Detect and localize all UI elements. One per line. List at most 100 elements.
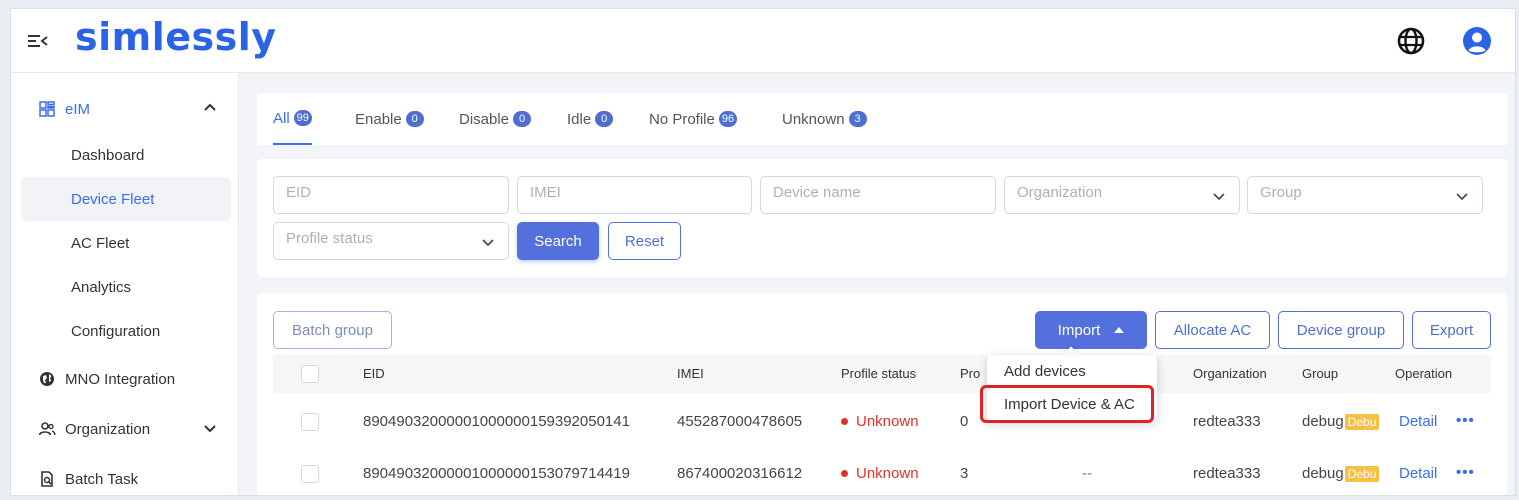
tab-idle[interactable]: Idle 0	[567, 93, 614, 145]
chevron-up-icon	[204, 103, 216, 111]
user-circle-icon[interactable]	[1461, 25, 1493, 57]
group-name: debug	[1302, 465, 1344, 482]
status-badge: Unknown	[841, 413, 919, 430]
row-checkbox[interactable]	[301, 413, 319, 431]
tab-label: Disable	[459, 110, 510, 128]
select-placeholder: Organization	[1017, 184, 1103, 201]
sidebar-item-label: AC Fleet	[71, 234, 130, 252]
reset-button[interactable]: Reset	[608, 222, 681, 260]
sidebar-item-batch-task[interactable]: Batch Task	[21, 457, 231, 495]
detail-link[interactable]: Detail	[1399, 465, 1437, 482]
count-badge: 0	[405, 111, 424, 127]
tab-enable[interactable]: Enable 0	[355, 93, 424, 145]
column-header-imei: IMEI	[677, 366, 704, 381]
import-label: Import	[1057, 321, 1101, 339]
cell-profiles: 3	[960, 465, 969, 482]
eid-input[interactable]: EID	[273, 176, 509, 214]
row-checkbox[interactable]	[301, 465, 319, 483]
tab-label: No Profile	[649, 110, 715, 128]
top-header: simlessly	[11, 9, 1515, 73]
import-dropdown-menu: Add devices Import Device & AC	[987, 355, 1157, 421]
sidebar-item-label: Dashboard	[71, 146, 145, 164]
column-header-eid: EID	[363, 366, 385, 381]
cell-group: debug Debu	[1302, 465, 1379, 482]
group-tag: Debu	[1344, 466, 1379, 482]
allocate-ac-button[interactable]: Allocate AC	[1155, 311, 1270, 349]
chevron-down-icon	[482, 239, 494, 247]
sidebar: eIM Dashboard Device Fleet AC Fleet Anal…	[11, 73, 239, 495]
count-badge: 96	[718, 111, 738, 127]
sidebar-item-eim[interactable]: eIM	[21, 87, 231, 131]
count-badge: 0	[513, 111, 532, 127]
sidebar-item-label: Analytics	[71, 278, 132, 296]
tab-label: Idle	[567, 110, 592, 128]
group-select[interactable]: Group	[1247, 176, 1483, 214]
more-actions-icon[interactable]: •••	[1456, 464, 1475, 481]
menu-item-add-devices[interactable]: Add devices	[987, 355, 1157, 388]
status-tabs: All 99 Enable 0 Disable 0 Idle 0 No Profile 9…	[257, 93, 1507, 145]
detail-link[interactable]: Detail	[1399, 413, 1437, 430]
sidebar-item-mno-integration[interactable]: MNO Integration	[21, 357, 231, 401]
select-placeholder: Group	[1260, 184, 1302, 201]
device-name-input[interactable]: Device name	[760, 176, 996, 214]
cell-profiles: 0	[960, 413, 969, 430]
column-header-operation: Operation	[1395, 366, 1453, 381]
tab-no-profile[interactable]: No Profile 96	[649, 93, 738, 145]
sidebar-item-label: MNO Integration	[65, 370, 176, 388]
cell-organization: redtea333	[1193, 465, 1261, 482]
device-group-button[interactable]: Device group	[1278, 311, 1404, 349]
users-icon	[37, 419, 57, 439]
column-header-profile-status: Profile status	[841, 366, 917, 381]
sidebar-item-label: Organization	[65, 420, 151, 438]
sidebar-item-analytics[interactable]: Analytics	[21, 265, 231, 309]
column-header-profiles: Pro	[960, 366, 981, 381]
select-placeholder: Profile status	[286, 230, 373, 247]
caret-up-icon	[1114, 327, 1125, 333]
main-content: All 99 Enable 0 Disable 0 Idle 0 No Profile 9…	[239, 73, 1515, 495]
search-button[interactable]: Search	[517, 222, 599, 260]
cell-eid: 89049032000001000000153079714419	[363, 465, 630, 482]
count-badge: 3	[848, 111, 867, 127]
tab-label: All	[273, 109, 290, 127]
sidebar-item-device-fleet[interactable]: Device Fleet	[21, 177, 231, 221]
batch-group-button[interactable]: Batch group	[273, 311, 392, 349]
tab-disable[interactable]: Disable 0	[459, 93, 532, 145]
file-search-icon	[37, 469, 57, 489]
cell-group: debug Debu	[1302, 413, 1379, 430]
sidebar-item-configuration[interactable]: Configuration	[21, 309, 231, 353]
import-button[interactable]: Import	[1035, 311, 1147, 349]
profile-status-select[interactable]: Profile status	[273, 222, 509, 260]
organization-select[interactable]: Organization	[1004, 176, 1240, 214]
imei-input[interactable]: IMEI	[517, 176, 752, 214]
column-header-group: Group	[1302, 366, 1339, 381]
tab-unknown[interactable]: Unknown 3	[782, 93, 867, 145]
sidebar-item-dashboard[interactable]: Dashboard	[21, 133, 231, 177]
brand-logo[interactable]: simlessly	[75, 15, 277, 59]
cell-organization: redtea333	[1193, 413, 1261, 430]
select-all-checkbox[interactable]	[301, 365, 319, 383]
table-header: EID IMEI Profile status Pro ne Organizat…	[273, 355, 1491, 393]
tab-label: Enable	[355, 110, 402, 128]
menu-collapse-icon[interactable]	[27, 31, 49, 51]
grid-icon	[37, 99, 57, 119]
sidebar-item-label: Configuration	[71, 322, 161, 340]
group-tag: Debu	[1344, 414, 1379, 430]
tab-all[interactable]: All 99	[273, 93, 312, 145]
more-actions-icon[interactable]: •••	[1456, 412, 1475, 429]
cell-name: --	[1082, 465, 1092, 482]
app-window: simlessly eIM Dashboard Device Fleet AC …	[10, 8, 1516, 496]
sidebar-item-ac-fleet[interactable]: AC Fleet	[21, 221, 231, 265]
device-table-panel: Batch group Import Allocate AC Device gr…	[257, 293, 1507, 495]
column-header-organization: Organization	[1193, 366, 1267, 381]
sidebar-item-label: Device Fleet	[71, 190, 155, 208]
export-button[interactable]: Export	[1412, 311, 1491, 349]
menu-item-import-device-ac[interactable]: Import Device & AC	[987, 388, 1157, 421]
sidebar-item-organization[interactable]: Organization	[21, 407, 231, 451]
chevron-down-icon	[204, 425, 216, 433]
chevron-down-icon	[1213, 193, 1225, 201]
cell-imei: 455287000478605	[677, 413, 803, 430]
filter-panel: EID IMEI Device name Organization Group …	[257, 159, 1507, 277]
cell-imei: 867400020316612	[677, 465, 803, 482]
status-badge: Unknown	[841, 465, 919, 482]
globe-icon[interactable]	[1395, 25, 1427, 57]
